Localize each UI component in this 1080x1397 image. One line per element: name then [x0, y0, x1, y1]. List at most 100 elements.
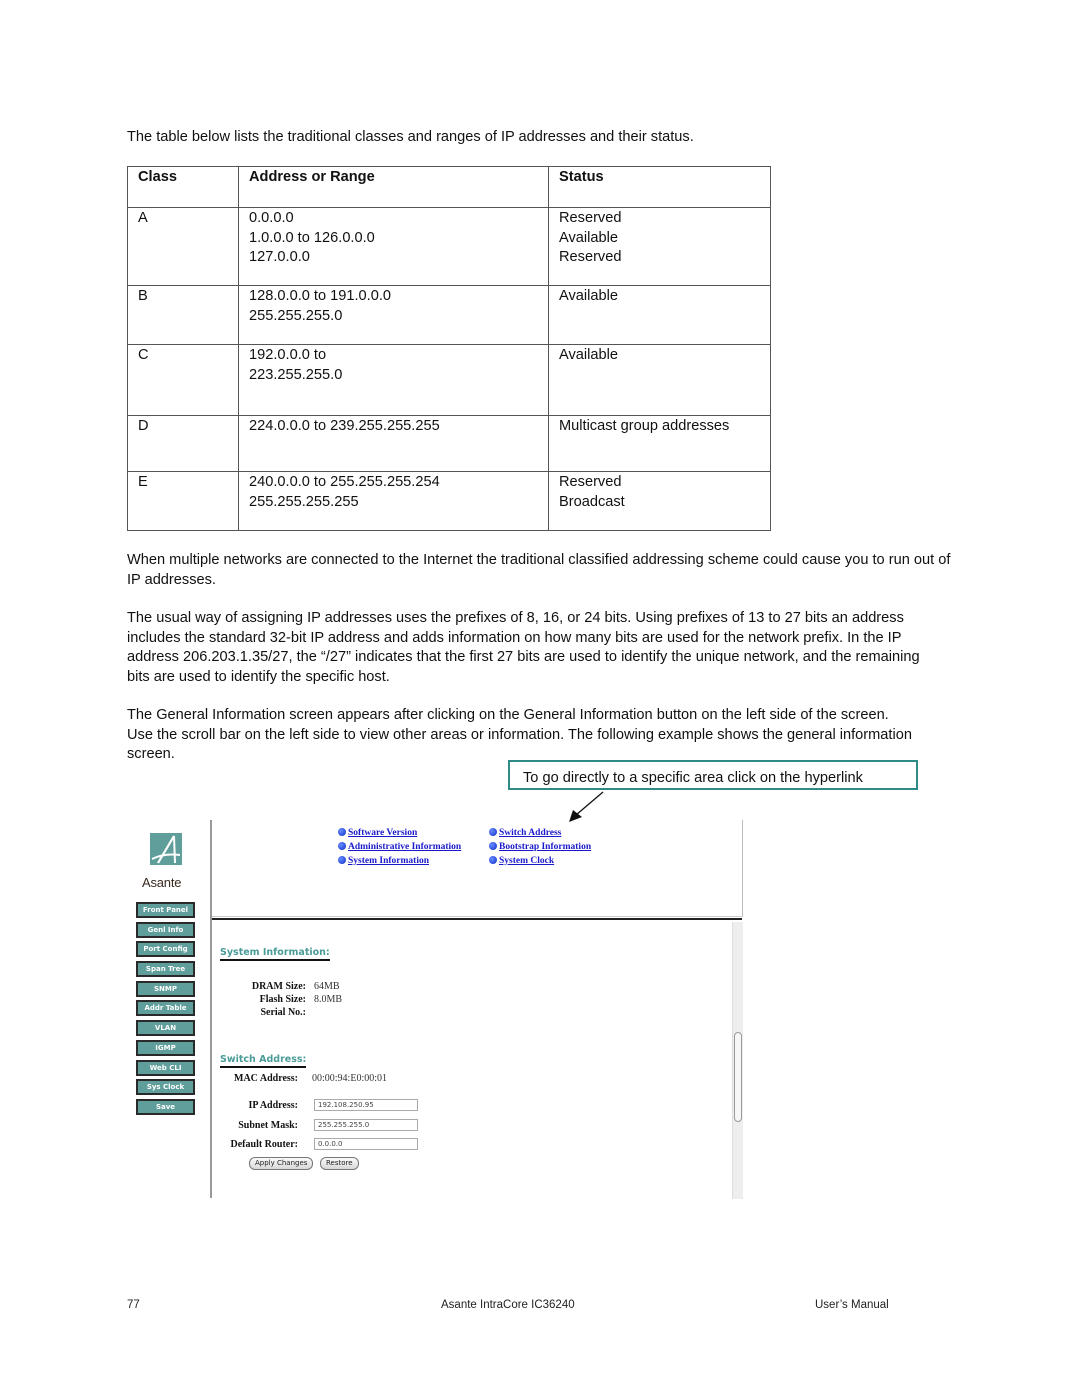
- paragraph-general-info: The General Information screen appears a…: [127, 707, 912, 763]
- address-cell: 224.0.0.0 to 239.255.255.255: [238, 415, 549, 472]
- address-cell: 128.0.0.0 to 191.0.0.0 255.255.255.0: [238, 285, 549, 345]
- status-cell-line: Available: [559, 347, 618, 363]
- ip-address-label: IP Address:: [248, 1100, 298, 1111]
- header-status: Status: [548, 166, 771, 208]
- flash-size-row: Flash Size: 8.0MB: [220, 993, 342, 1006]
- nav-button-span-tree[interactable]: Span Tree: [136, 961, 195, 978]
- link-label: Switch Address: [499, 828, 562, 838]
- table-row: B 128.0.0.0 to 191.0.0.0 255.255.255.0 Avai…: [127, 285, 771, 345]
- nav-button-save[interactable]: Save: [136, 1098, 195, 1115]
- status-cell: Available: [548, 285, 771, 345]
- status-cell-line: Available: [559, 229, 618, 246]
- callout-box: To go directly to a specific area click …: [508, 760, 918, 790]
- asante-logo-text: Asante: [142, 875, 182, 890]
- ip-address-row: IP Address:: [220, 1099, 298, 1112]
- paragraph-multiple-networks: When multiple networks are connected to …: [127, 552, 951, 588]
- nav-button-web-cli[interactable]: Web CLI: [136, 1059, 195, 1076]
- link-label: Software Version: [348, 828, 418, 838]
- flash-size-label: Flash Size:: [259, 994, 306, 1005]
- default-router-row: Default Router:: [220, 1138, 298, 1151]
- status-cell: Reserved Available Reserved: [548, 207, 771, 286]
- mac-address-row: MAC Address: 00:00:94:E0:00:01: [220, 1072, 387, 1085]
- nav-button-snmp[interactable]: SNMP: [136, 980, 195, 997]
- bullet-icon: [338, 856, 346, 864]
- status-cell-line: Broadcast: [559, 493, 625, 510]
- flash-size-value: 8.0MB: [314, 994, 343, 1005]
- link-system-information[interactable]: System Information: [338, 854, 461, 868]
- ip-class-table: Class Address or Range Status A 0.0.0.0 1.…: [127, 166, 771, 531]
- nav-button-igmp[interactable]: IGMP: [136, 1039, 195, 1056]
- header-class: Class: [127, 166, 239, 208]
- status-cell-line: Reserved: [559, 210, 622, 226]
- bullet-icon: [338, 828, 346, 836]
- nav-button-sys-clock[interactable]: Sys Clock: [136, 1079, 195, 1096]
- link-system-clock[interactable]: System Clock: [489, 854, 591, 868]
- status-cell: Multicast group addresses: [548, 415, 771, 472]
- address-cell-line: 255.255.255.0: [249, 307, 343, 324]
- address-cell-line: 192.0.0.0 to: [249, 347, 327, 363]
- nav-button-vlan[interactable]: VLAN: [136, 1020, 195, 1037]
- vertical-scrollbar[interactable]: [732, 922, 743, 1199]
- nav-button-port-config[interactable]: Port Config: [136, 941, 195, 958]
- mac-address-label: MAC Address:: [234, 1073, 298, 1084]
- status-cell: Reserved Broadcast: [548, 471, 771, 531]
- dram-size-label: DRAM Size:: [251, 981, 306, 992]
- status-cell-line: Available: [559, 288, 618, 304]
- address-cell-line: 224.0.0.0 to 239.255.255.255: [249, 418, 440, 434]
- table-row: C 192.0.0.0 to 223.255.255.0 Available: [127, 344, 771, 416]
- frame-separator: [212, 918, 742, 920]
- default-router-input[interactable]: 0.0.0.0: [314, 1138, 418, 1150]
- status-cell-line: Reserved: [559, 474, 622, 490]
- address-cell: 192.0.0.0 to 223.255.255.0: [238, 344, 549, 416]
- bullet-icon: [489, 842, 497, 850]
- table-row: A 0.0.0.0 1.0.0.0 to 126.0.0.0 127.0.0.0 Res…: [127, 207, 771, 286]
- link-label: Administrative Information: [348, 842, 462, 852]
- table-row: E 240.0.0.0 to 255.255.255.254 255.255.255…: [127, 471, 771, 531]
- ip-address-input[interactable]: 192.108.250.95: [314, 1099, 418, 1111]
- class-cell: B: [127, 285, 239, 345]
- header-address: Address or Range: [238, 166, 549, 208]
- nav-button-list: Front Panel Genl Info Port Config Span Tree…: [136, 902, 195, 1119]
- top-frame: [212, 820, 743, 917]
- status-cell: Available: [548, 344, 771, 416]
- mac-address-value: 00:00:94:E0:00:01: [312, 1073, 387, 1084]
- scrollbar-thumb[interactable]: [734, 1032, 742, 1122]
- link-bootstrap-information[interactable]: Bootstrap Information: [489, 840, 591, 854]
- status-cell-line: Reserved: [559, 249, 622, 266]
- bullet-icon: [489, 856, 497, 864]
- nav-button-front-panel[interactable]: Front Panel: [136, 902, 195, 918]
- class-cell: E: [127, 471, 239, 531]
- address-cell-line: 1.0.0.0 to 126.0.0.0: [249, 229, 375, 246]
- default-router-label: Default Router:: [230, 1139, 298, 1150]
- address-cell-line: 223.255.255.0: [249, 366, 343, 383]
- nav-button-genl-info[interactable]: Genl Info: [136, 921, 195, 938]
- restore-button[interactable]: Restore: [320, 1157, 359, 1170]
- status-cell-line: Multicast group addresses: [559, 418, 730, 434]
- embedded-screenshot: Asante Front Panel Genl Info Port Config Sp…: [130, 818, 750, 1203]
- link-switch-address[interactable]: Switch Address: [489, 826, 591, 840]
- address-cell-line: 0.0.0.0: [249, 210, 294, 226]
- serial-no-label: Serial No.:: [260, 1007, 306, 1018]
- bullet-icon: [489, 828, 497, 836]
- intro-paragraph: The table below lists the traditional cl…: [127, 129, 694, 145]
- footer-product: Asante IntraCore IC36240: [441, 1299, 575, 1311]
- link-label: System Clock: [499, 856, 555, 866]
- subnet-mask-label: Subnet Mask:: [238, 1120, 298, 1131]
- footer-page-number: 77: [127, 1299, 140, 1311]
- address-cell: 0.0.0.0 1.0.0.0 to 126.0.0.0 127.0.0.0: [238, 207, 549, 286]
- dram-size-row: DRAM Size: 64MB: [220, 980, 340, 993]
- nav-button-addr-table[interactable]: Addr Table: [136, 1000, 195, 1017]
- address-cell-line: 127.0.0.0: [249, 249, 310, 266]
- switch-address-heading: Switch Address:: [220, 1054, 307, 1068]
- class-cell: A: [127, 207, 239, 286]
- class-cell: D: [127, 415, 239, 472]
- link-administrative-information[interactable]: Administrative Information: [338, 840, 461, 854]
- apply-changes-button[interactable]: Apply Changes: [249, 1157, 314, 1170]
- paragraph-prefixes: The usual way of assigning IP addresses …: [127, 610, 920, 685]
- subnet-mask-row: Subnet Mask:: [220, 1119, 298, 1132]
- table-header-row: Class Address or Range Status: [127, 166, 771, 208]
- system-information-heading: System Information:: [220, 947, 330, 961]
- subnet-mask-input[interactable]: 255.255.255.0: [314, 1119, 418, 1131]
- link-software-version[interactable]: Software Version: [338, 826, 461, 840]
- table-body: A 0.0.0.0 1.0.0.0 to 126.0.0.0 127.0.0.0 Res…: [127, 207, 771, 531]
